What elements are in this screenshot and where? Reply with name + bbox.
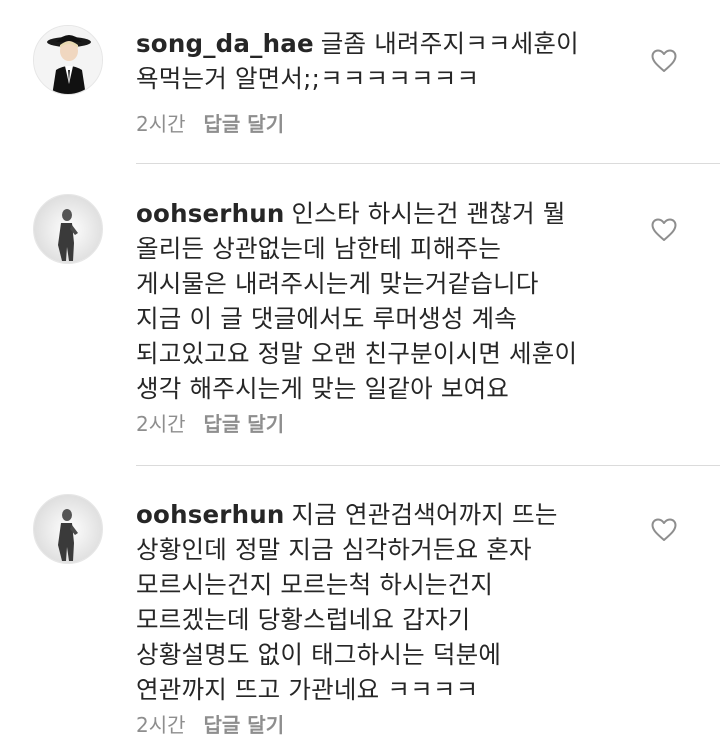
avatar[interactable]	[33, 494, 103, 564]
comment-meta: 2시간 답글 달기	[136, 108, 284, 137]
comment-line: 상황설명도 없이 태그하시는 덕분에	[136, 640, 502, 669]
comment-line: 글좀 내려주지ㅋㅋ세훈이	[320, 29, 579, 58]
comment-line: 되고있고요 정말 오랜 친구분이시면 세훈이	[136, 339, 578, 368]
comment-text: oohserhun 지금 연관검색어까지 뜨는 상황인데 정말 지금 심각하거든요…	[136, 497, 636, 707]
avatar-photo	[34, 195, 102, 263]
avatar-photo	[34, 26, 102, 94]
comment-time: 2시간	[136, 112, 186, 136]
heart-icon[interactable]	[651, 518, 677, 542]
comment-line: 욕먹는거 알면서;;ㅋㅋㅋㅋㅋㅋㅋ	[136, 64, 480, 93]
reply-button[interactable]: 답글 달기	[204, 112, 285, 136]
comment-meta: 2시간 답글 달기	[136, 408, 284, 437]
comment-line: 연관까지 뜨고 가관네요 ㅋㅋㅋㅋ	[136, 675, 479, 704]
comment-username[interactable]: oohserhun	[136, 199, 285, 228]
avatar-photo	[34, 495, 102, 563]
comment-username[interactable]: oohserhun	[136, 500, 285, 529]
comment-line: 지금 연관검색어까지 뜨는	[291, 500, 558, 529]
comment-username[interactable]: song_da_hae	[136, 29, 314, 58]
comment-line: 모르시는건지 모르는척 하시는건지	[136, 570, 494, 599]
comment-time: 2시간	[136, 412, 186, 436]
avatar[interactable]	[33, 194, 103, 264]
heart-icon[interactable]	[651, 218, 677, 242]
comment-line: 생각 해주시는게 맞는 일같아 보여요	[136, 374, 510, 403]
divider	[136, 465, 720, 466]
comment-text: oohserhun 인스타 하시는건 괜찮거 뭘 올리든 상관없는데 남한테 피해…	[136, 196, 636, 406]
divider	[136, 163, 720, 164]
comment-line: 상황인데 정말 지금 심각하거든요 혼자	[136, 535, 532, 564]
comment-time: 2시간	[136, 713, 186, 737]
comment-line: 지금 이 글 댓글에서도 루머생성 계속	[136, 304, 518, 333]
comment-line: 게시물은 내려주시는게 맞는거같습니다	[136, 269, 539, 298]
comment-meta: 2시간 답글 달기	[136, 709, 284, 738]
comment-line: 올리든 상관없는데 남한테 피해주는	[136, 234, 502, 263]
comment-line: 인스타 하시는건 괜찮거 뭘	[291, 199, 566, 228]
reply-button[interactable]: 답글 달기	[204, 412, 285, 436]
comment-line: 모르겠는데 당황스럽네요 갑자기	[136, 605, 471, 634]
heart-icon[interactable]	[651, 49, 677, 73]
reply-button[interactable]: 답글 달기	[204, 713, 285, 737]
avatar[interactable]	[33, 25, 103, 95]
comment-text: song_da_hae 글좀 내려주지ㅋㅋ세훈이 욕먹는거 알면서;;ㅋㅋㅋㅋㅋㅋ…	[136, 26, 636, 96]
